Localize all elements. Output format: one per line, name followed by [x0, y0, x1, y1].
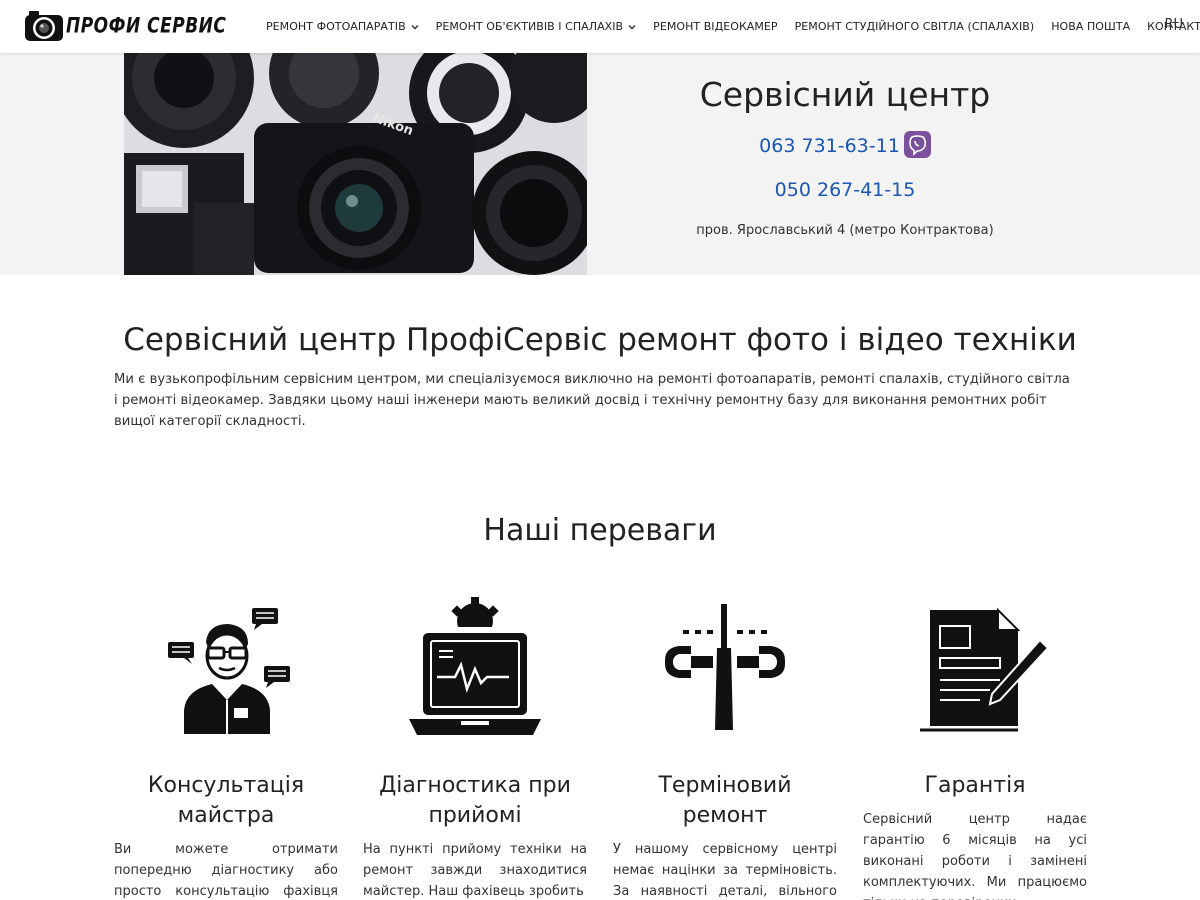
advantage-card-consultation: Консультація майстра Ви можете отримати …: [114, 595, 338, 900]
advantage-text: У нашому сервісному центрі немає націнки…: [613, 842, 837, 899]
guarantee-document-icon: [863, 595, 1087, 745]
logo-text: ПРОФИ СЕРВИС: [66, 13, 227, 39]
advantage-text: Сервісний центр надає гарантію 6 місяців…: [863, 812, 1087, 900]
advantage-text: Ви можете отримати попередню діагностику…: [114, 842, 338, 899]
site-header: ПРОФИ СЕРВИС РЕМОНТ ФОТОАПАРАТІВ РЕМОНТ …: [0, 0, 1200, 53]
advantage-text: На пункті прийому техніки на ремонт завж…: [363, 842, 587, 899]
advantage-title: Діагностика при прийомі: [379, 773, 571, 828]
chevron-down-icon: [628, 24, 636, 29]
intro-title: Сервісний центр ПрофіСервіс ремонт фото …: [123, 322, 1077, 358]
address-text: пров. Ярославський 4 (метро Контрактова): [696, 223, 994, 238]
site-logo[interactable]: ПРОФИ СЕРВИС: [24, 9, 226, 43]
advantage-title: Консультація майстра: [147, 773, 305, 828]
advantage-card-guarantee: Гарантія Сервісний центр надає гарантію …: [863, 595, 1087, 900]
phone-1-link[interactable]: 063 731-63-11: [759, 135, 900, 157]
main-nav: РЕМОНТ ФОТОАПАРАТІВ РЕМОНТ ОБ'ЄКТИВІВ І …: [266, 0, 1200, 53]
language-switch[interactable]: RU: [1164, 17, 1183, 32]
tools-icon: [613, 595, 837, 745]
advantage-title: Гарантія: [924, 773, 1026, 798]
hero-title: Сервісний центр: [699, 75, 991, 114]
advantage-title: Терміновий ремонт: [658, 773, 792, 828]
hero-section: Nikon Сервісний центр 063 731-63-11 050 …: [0, 53, 1200, 275]
nav-item-camera-repair[interactable]: РЕМОНТ ФОТОАПАРАТІВ: [266, 20, 419, 33]
viber-icon[interactable]: [903, 131, 931, 158]
nav-item-label: НОВА ПОШТА: [1051, 20, 1131, 33]
nav-item-label: РЕМОНТ ФОТОАПАРАТІВ: [266, 20, 406, 33]
consultant-icon: [114, 595, 338, 745]
nav-item-studio-light-repair[interactable]: РЕМОНТ СТУДІЙНОГО СВІТЛА (СПАЛАХІВ): [795, 20, 1035, 33]
phone-2-link[interactable]: 050 267-41-15: [645, 179, 1045, 201]
nav-item-video-camera-repair[interactable]: РЕМОНТ ВІДЕОКАМЕР: [653, 20, 777, 33]
nav-item-label: РЕМОНТ ВІДЕОКАМЕР: [653, 20, 778, 33]
chevron-down-icon: [411, 24, 419, 29]
camera-logo-icon: [25, 11, 63, 41]
intro-text: Ми є вузькопрофільним сервісним центром,…: [114, 372, 1070, 429]
nav-item-label: РЕМОНТ СТУДІЙНОГО СВІТЛА (СПАЛАХІВ): [794, 20, 1035, 33]
nav-item-lens-flash-repair[interactable]: РЕМОНТ ОБ'ЄКТИВІВ І СПАЛАХІВ: [436, 20, 636, 33]
phone-1-row: 063 731-63-11: [645, 131, 1045, 160]
advantages-title: Наші переваги: [483, 513, 717, 548]
advantage-card-diagnostics: Діагностика при прийомі На пункті прийом…: [363, 595, 587, 900]
advantage-card-urgent-repair: Терміновий ремонт У нашому сервісному це…: [613, 595, 837, 900]
nav-item-nova-poshta[interactable]: НОВА ПОШТА: [1051, 20, 1130, 33]
diagnostics-laptop-icon: [363, 595, 587, 745]
hero-image-cameras: Nikon: [124, 53, 587, 275]
nav-item-label: РЕМОНТ ОБ'ЄКТИВІВ І СПАЛАХІВ: [435, 20, 624, 33]
cameras-photo-illustration: Nikon: [124, 53, 587, 275]
